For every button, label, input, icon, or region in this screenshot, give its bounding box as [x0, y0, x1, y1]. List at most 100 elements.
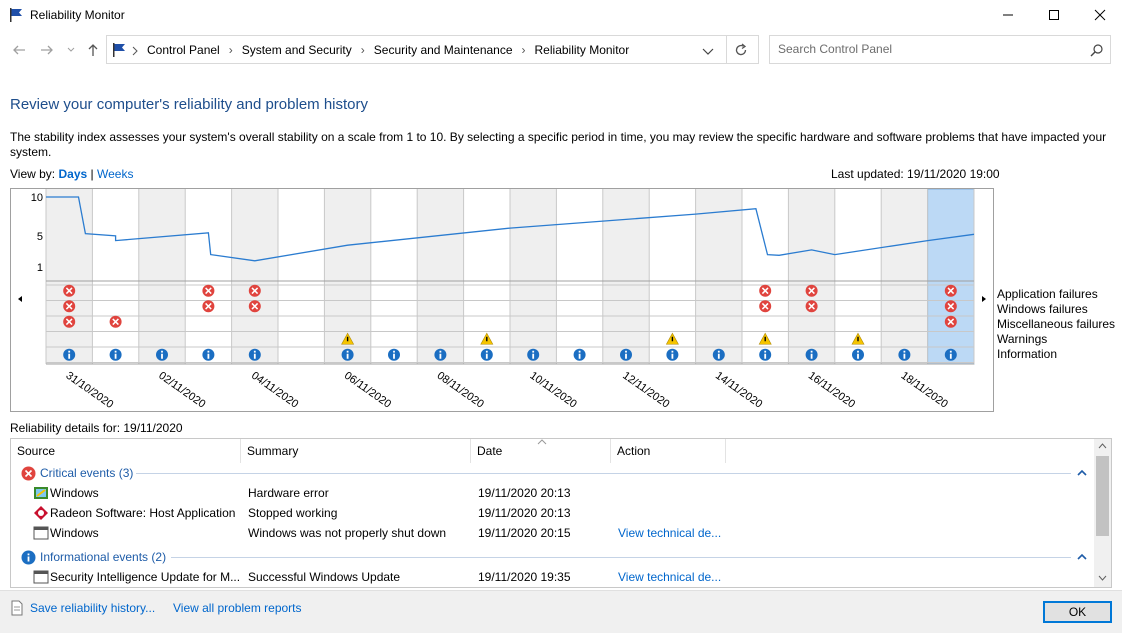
table-row[interactable]: Radeon Software: Host Application Stoppe… [11, 503, 1096, 523]
breadcrumb: Control Panel › System and Security › Se… [147, 43, 629, 57]
collapse-icon[interactable] [1077, 553, 1087, 561]
table-row[interactable]: Windows Hardware error 19/11/2020 20:13 [11, 483, 1096, 503]
x-tick-label: 12/11/2020 [620, 370, 671, 411]
scroll-left-icon[interactable] [18, 296, 22, 302]
chevron-down-icon[interactable] [702, 45, 714, 57]
info-icon-dot [346, 350, 349, 353]
refresh-icon[interactable] [734, 43, 748, 57]
chart-column[interactable] [185, 189, 232, 364]
view-by-label: View by: [10, 167, 56, 181]
maximize-icon [1049, 10, 1059, 20]
group-informational-events[interactable]: Informational events (2) [11, 547, 1096, 567]
x-tick-label: 14/11/2020 [713, 370, 764, 411]
row-action[interactable]: View technical de... [618, 567, 728, 587]
info-icon-mark [532, 353, 535, 359]
info-icon-dot [114, 350, 117, 353]
row-date: 19/11/2020 20:13 [478, 486, 571, 500]
group-critical-events[interactable]: Critical events (3) [11, 463, 1096, 483]
x-tick-label: 08/11/2020 [435, 370, 486, 411]
chart-column[interactable] [46, 189, 93, 364]
breadcrumb-system-security[interactable]: System and Security [242, 43, 352, 57]
warning-icon-mark [486, 336, 488, 342]
row-action[interactable]: View technical de... [618, 523, 728, 543]
info-icon-mark [161, 353, 163, 359]
warning-icon-mark [857, 336, 859, 342]
forward-button[interactable] [38, 41, 56, 59]
windows-icon [34, 487, 48, 499]
view-days-link[interactable]: Days [58, 167, 87, 181]
column-source[interactable]: Source [11, 439, 241, 463]
ok-button[interactable]: OK [1043, 601, 1112, 623]
chevron-right-icon [132, 46, 138, 56]
view-reports-link[interactable]: View all problem reports [173, 601, 302, 615]
up-button[interactable] [84, 41, 102, 59]
breadcrumb-reliability-monitor[interactable]: Reliability Monitor [535, 43, 630, 57]
arrow-right-icon [41, 45, 53, 55]
legend-misc-failures: Miscellaneous failures [997, 317, 1116, 331]
address-bar[interactable]: Control Panel › System and Security › Se… [106, 35, 759, 64]
x-tick-label: 02/11/2020 [156, 370, 207, 411]
scrollbar-thumb[interactable] [1096, 456, 1109, 536]
scroll-down-icon[interactable] [1098, 575, 1107, 581]
chart-column[interactable] [927, 189, 974, 364]
chart-column[interactable] [278, 189, 325, 364]
chart-legend: Application failures Windows failures Mi… [997, 287, 1115, 362]
scroll-right-icon[interactable] [982, 296, 986, 302]
collapse-icon[interactable] [1077, 469, 1087, 477]
row-source: Windows [50, 526, 99, 540]
save-history-link[interactable]: Save reliability history... [30, 601, 155, 615]
info-icon-dot [253, 350, 256, 353]
breadcrumb-security-maintenance[interactable]: Security and Maintenance [374, 43, 513, 57]
table-row[interactable]: Security Intelligence Update for M... Su… [11, 567, 1096, 587]
legend-windows-failures: Windows failures [997, 302, 1088, 316]
breadcrumb-control-panel[interactable]: Control Panel [147, 43, 220, 57]
chart-column[interactable] [788, 189, 835, 364]
chart-column[interactable] [556, 189, 603, 364]
column-summary[interactable]: Summary [241, 439, 471, 463]
search-input[interactable] [778, 42, 1078, 56]
info-icon-dot [207, 350, 210, 353]
column-action[interactable]: Action [611, 439, 726, 463]
chart-column[interactable] [695, 189, 742, 364]
chart-column[interactable] [881, 189, 928, 364]
info-icon-mark [439, 353, 442, 359]
info-icon-dot [578, 350, 581, 353]
info-icon-dot [439, 350, 442, 353]
view-weeks-link[interactable]: Weeks [97, 167, 133, 181]
chart-column[interactable] [510, 189, 557, 364]
arrow-left-icon [13, 45, 25, 55]
radeon-icon [34, 506, 48, 520]
scroll-up-icon[interactable] [1098, 443, 1107, 449]
page-description: The stability index assesses your system… [10, 130, 1107, 159]
page-title: Review your computer's reliability and p… [10, 96, 369, 113]
chart-column[interactable] [231, 189, 278, 364]
chart-column[interactable] [370, 189, 418, 364]
close-button[interactable] [1077, 0, 1122, 30]
maximize-button[interactable] [1031, 0, 1077, 30]
table-row[interactable]: Windows Windows was not properly shut do… [11, 523, 1096, 543]
info-icon-mark [764, 353, 767, 359]
legend-application-failures: Application failures [997, 287, 1098, 301]
vertical-scrollbar[interactable] [1094, 439, 1111, 587]
info-icon-dot [810, 350, 813, 353]
flag-icon [113, 43, 125, 57]
chart-svg[interactable]: 10 5 1 31/10/2020 02/11/2020 04/11/2020 06/11/… [11, 188, 993, 411]
back-button[interactable] [10, 41, 28, 59]
reliability-chart[interactable]: 10 5 1 31/10/2020 02/11/2020 04/11/2020 06/11/… [10, 188, 994, 412]
row-date: 19/11/2020 19:35 [478, 570, 571, 584]
x-tick-label: 04/11/2020 [249, 370, 300, 411]
info-icon-mark [346, 353, 349, 359]
legend-information: Information [997, 347, 1058, 361]
info-icon-mark [207, 353, 210, 359]
recent-locations-button[interactable] [62, 41, 80, 59]
close-icon [1094, 9, 1106, 21]
flag-icon [10, 8, 22, 22]
chart-column[interactable] [602, 189, 650, 364]
chart-column[interactable] [417, 189, 464, 364]
x-tick-label: 18/11/2020 [899, 370, 950, 411]
minimize-button[interactable] [985, 0, 1031, 30]
chart-column[interactable] [92, 189, 139, 364]
title-bar: Reliability Monitor [0, 0, 1122, 30]
search-icon[interactable] [1090, 44, 1103, 57]
chart-column[interactable] [138, 189, 186, 364]
